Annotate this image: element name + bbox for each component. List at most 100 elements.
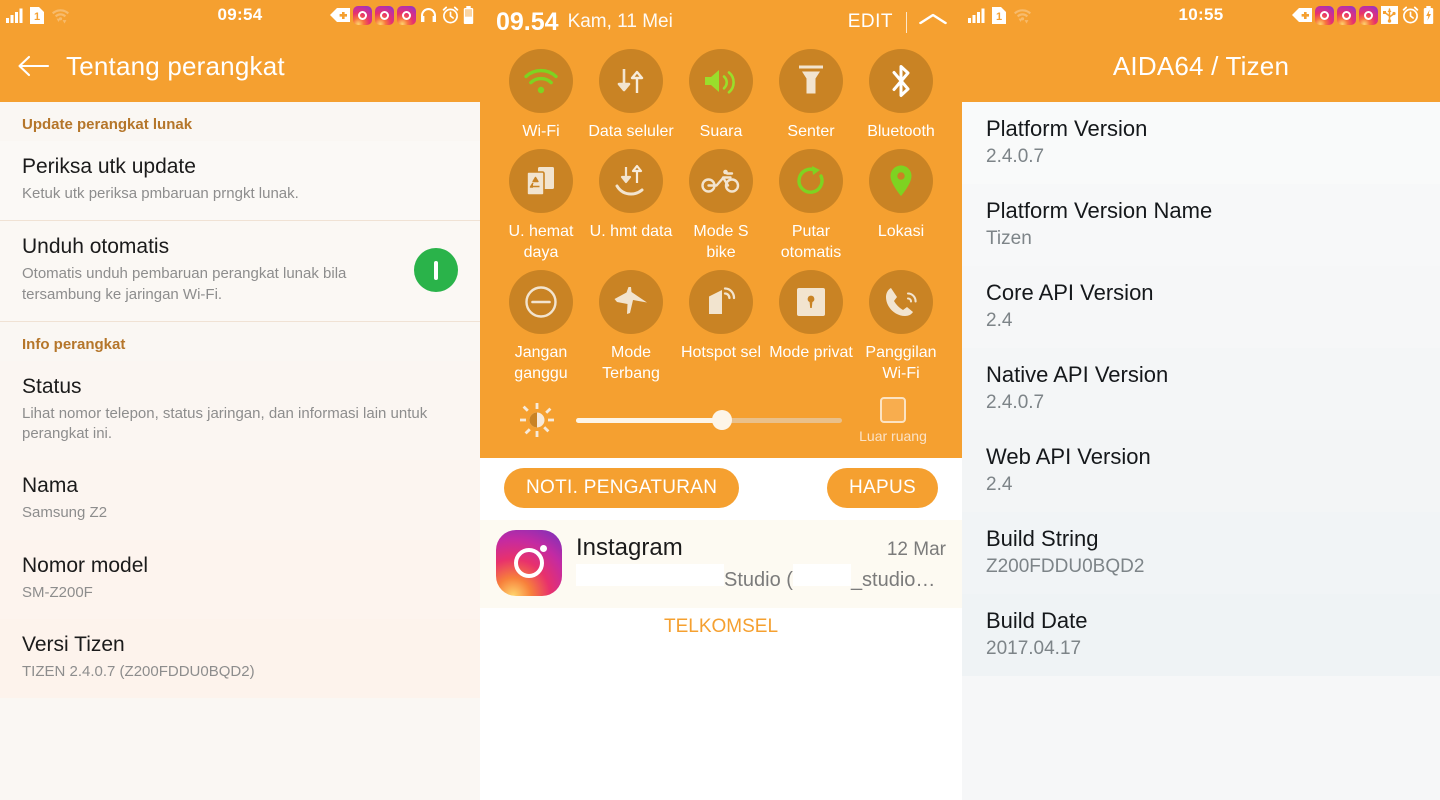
qs-tile-mobile-data[interactable]: Data seluler (586, 44, 676, 142)
qs-label: Data seluler (588, 123, 674, 140)
aida-value: 2.4.0.7 (986, 146, 1045, 167)
notification-text-middle: Studio ( (724, 568, 793, 591)
chevron-up-icon[interactable] (917, 11, 950, 33)
aida-key: Platform Version Name (986, 198, 1213, 223)
data-transfer-icon (599, 49, 663, 113)
qs-tile-private-mode[interactable]: Mode privat (766, 265, 856, 384)
aida-app-bar: AIDA64 / Tizen (962, 30, 1440, 102)
alarm-icon (441, 6, 460, 24)
notification-settings-button[interactable]: NOTI. PENGATURAN (504, 467, 740, 508)
slider-fill (576, 417, 723, 423)
clear-notifications-button[interactable]: HAPUS (827, 467, 938, 508)
aida-key: Web API Version (986, 444, 1151, 469)
qs-tile-power-saving[interactable]: U. hemat daya (496, 144, 586, 263)
aida-row-build-date[interactable]: Build Date 2017.04.17 (962, 594, 1440, 676)
qs-tile-mobile-hotspot[interactable]: Hotspot sel (676, 265, 766, 384)
qs-label: U. hemat daya (508, 223, 574, 262)
wifi-transfer-icon (1013, 7, 1032, 24)
qs-label: Mode S bike (693, 223, 749, 262)
settings-row-auto-download[interactable]: Unduh otomatis Otomatis unduh pembaruan … (0, 220, 480, 321)
qs-tile-airplane-mode[interactable]: Mode Terbang (586, 265, 676, 384)
row-subtitle: Lihat nomor telepon, status jaringan, da… (22, 404, 428, 442)
row-title: Versi Tizen (22, 632, 125, 656)
aida-row-core-api-version[interactable]: Core API Version 2.4 (962, 266, 1440, 348)
aida-row-platform-version-name[interactable]: Platform Version Name Tizen (962, 184, 1440, 266)
svg-text:1: 1 (34, 11, 40, 23)
flashlight-icon (779, 49, 843, 113)
wifi-calling-icon (869, 270, 933, 335)
qs-label: Bluetooth (867, 123, 935, 140)
outdoor-mode-control[interactable]: Luar ruang (856, 396, 930, 444)
settings-row-name[interactable]: Nama Samsung Z2 (0, 460, 480, 540)
aida-value: 2.4.0.7 (986, 392, 1045, 413)
instagram-icon (1315, 5, 1334, 25)
notification-action-buttons: NOTI. PENGATURAN HAPUS (480, 457, 962, 520)
status-left-icons: 1 (6, 6, 70, 24)
headphones-icon (419, 7, 438, 24)
signal-bars-icon (6, 8, 23, 23)
header-divider (906, 11, 907, 33)
instagram-icon (375, 5, 394, 25)
qs-tile-wifi[interactable]: Wi-Fi (496, 44, 586, 142)
wifi-transfer-icon (51, 7, 70, 24)
auto-download-toggle[interactable] (414, 248, 458, 292)
aida-row-native-api-version[interactable]: Native API Version 2.4.0.7 (962, 348, 1440, 430)
rotate-icon (779, 149, 843, 214)
aida-row-build-string[interactable]: Build String Z200FDDU0BQD2 (962, 512, 1440, 594)
row-title: Nama (22, 474, 79, 498)
aida-key: Platform Version (986, 116, 1148, 141)
aida-page-title: AIDA64 / Tizen (1112, 50, 1290, 81)
sim1-icon: 1 (30, 6, 44, 24)
row-subtitle: TIZEN 2.4.0.7 (Z200FDDU0BQD2) (22, 662, 255, 680)
aida-value: Z200FDDU0BQD2 (986, 556, 1145, 577)
notification-item-instagram[interactable]: Instagram 12 Mar Studio ( _studio… (480, 519, 962, 608)
qs-tile-bluetooth[interactable]: Bluetooth (856, 44, 946, 142)
settings-row-tizen-version[interactable]: Versi Tizen TIZEN 2.4.0.7 (Z200FDDU0BQD2… (0, 618, 480, 698)
qs-tile-location[interactable]: Lokasi (856, 144, 946, 263)
medical-tag-icon (1292, 8, 1312, 22)
row-title: Nomor model (22, 553, 149, 577)
status-left-icons: 1 (968, 6, 1032, 24)
signal-bars-icon (968, 8, 985, 23)
qs-tile-wifi-calling[interactable]: Panggilan Wi-Fi (856, 265, 946, 384)
back-arrow-icon[interactable] (0, 54, 66, 78)
qs-tile-auto-rotate[interactable]: Putar otomatis (766, 144, 856, 263)
settings-status-bar: 1 09:54 (0, 0, 480, 30)
settings-row-check-update[interactable]: Periksa utk update Ketuk utk periksa pmb… (0, 141, 480, 221)
qs-tile-s-bike-mode[interactable]: Mode S bike (676, 144, 766, 263)
settings-row-status[interactable]: Status Lihat nomor telepon, status jarin… (0, 360, 480, 461)
aida-key: Native API Version (986, 362, 1169, 387)
aida-key: Build String (986, 526, 1099, 551)
outdoor-label: Luar ruang (859, 427, 927, 444)
qs-label: U. hmt data (589, 223, 673, 241)
brightness-slider[interactable] (562, 407, 856, 433)
edit-button[interactable]: EDIT (848, 11, 893, 33)
qs-label: Panggilan Wi-Fi (865, 344, 937, 383)
row-subtitle: SM-Z200F (22, 583, 93, 601)
aida-row-web-api-version[interactable]: Web API Version 2.4 (962, 430, 1440, 512)
notification-time: 12 Mar (886, 538, 946, 560)
alarm-icon (1401, 6, 1420, 24)
qs-label: Suara (699, 123, 743, 140)
qs-tile-data-saving[interactable]: U. hmt data (586, 144, 676, 263)
location-pin-icon (869, 149, 933, 214)
aida-row-platform-version[interactable]: Platform Version 2.4.0.7 (962, 102, 1440, 184)
power-saving-icon (509, 149, 573, 214)
bluetooth-icon (869, 49, 933, 113)
settings-row-model-number[interactable]: Nomor model SM-Z200F (0, 539, 480, 619)
medical-tag-icon (330, 8, 350, 22)
qs-tile-do-not-disturb[interactable]: Jangan ganggu (496, 265, 586, 384)
row-subtitle: Otomatis unduh pembaruan perangkat lunak… (22, 265, 347, 303)
slider-knob[interactable] (712, 410, 733, 431)
quick-settings-grid: Wi-Fi Data seluler Suara Senter Bluetoot… (496, 44, 946, 385)
row-title: Periksa utk update (22, 155, 196, 178)
qs-label: Jangan ganggu (514, 344, 568, 383)
aida-value: 2017.04.17 (986, 638, 1082, 659)
qs-tile-flashlight[interactable]: Senter (766, 44, 856, 142)
outdoor-checkbox[interactable] (880, 396, 906, 423)
battery-charging-icon (1423, 6, 1434, 24)
row-subtitle: Ketuk utk periksa pmbaruan prngkt lunak. (22, 185, 299, 202)
airplane-icon (599, 270, 663, 335)
qs-tile-sound[interactable]: Suara (676, 44, 766, 142)
notification-app-name: Instagram (576, 533, 683, 561)
